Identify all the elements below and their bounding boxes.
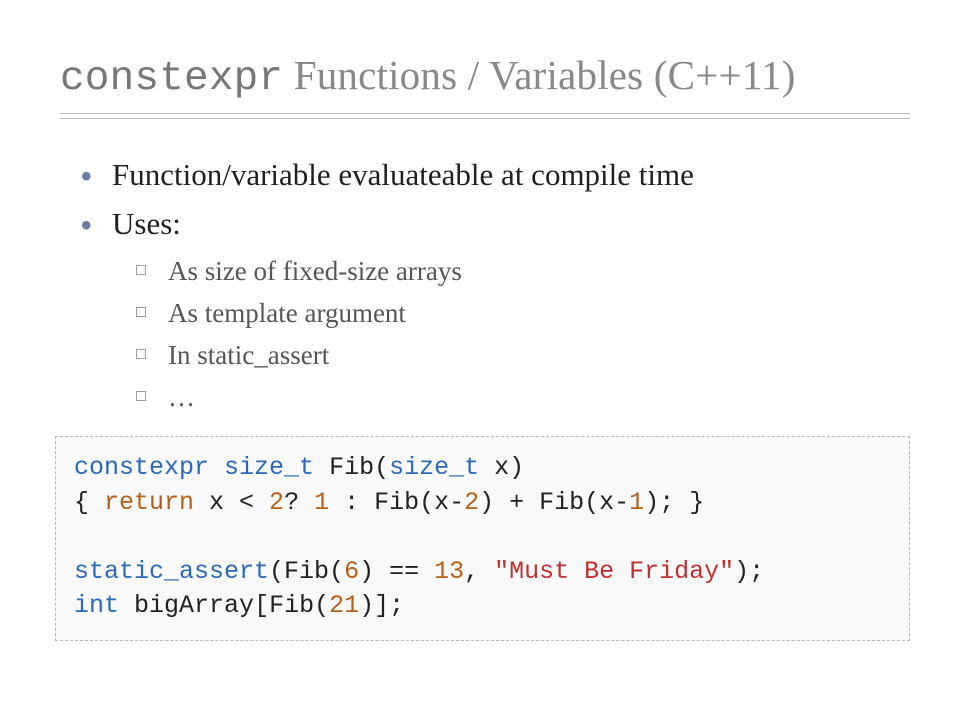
- bullet-list: Function/variable evaluateable at compil…: [78, 153, 900, 418]
- code-type: size_t: [389, 453, 479, 482]
- bullet-text: Uses:: [112, 206, 181, 241]
- sub-bullet-list: As size of fixed-size arrays As template…: [112, 251, 900, 418]
- code-type: size_t: [224, 453, 314, 482]
- sub-bullet-text: …: [168, 382, 195, 412]
- sub-bullet-text: As size of fixed-size arrays: [168, 256, 462, 286]
- sub-bullet-item: As size of fixed-size arrays: [136, 251, 900, 293]
- sub-bullet-item: …: [136, 377, 900, 419]
- bullet-item: Function/variable evaluateable at compil…: [78, 153, 900, 198]
- slide: constexpr Functions / Variables (C++11) …: [0, 0, 960, 720]
- code-kw: constexpr: [74, 453, 209, 482]
- code-block: constexpr size_t Fib(size_t x) { return …: [55, 436, 910, 641]
- code-fn-name: Fib: [329, 453, 374, 482]
- code-kw: static_assert: [74, 557, 269, 586]
- title-divider: [60, 113, 910, 119]
- bullet-text: Function/variable evaluateable at compil…: [112, 157, 694, 192]
- title-area: constexpr Functions / Variables (C++11): [0, 0, 960, 113]
- title-code-word: constexpr: [60, 56, 283, 102]
- sub-bullet-item: As template argument: [136, 293, 900, 335]
- sub-bullet-text: In static_assert: [168, 340, 329, 370]
- slide-title: constexpr Functions / Variables (C++11): [60, 52, 900, 103]
- title-rest: Functions / Variables (C++11): [283, 52, 795, 98]
- sub-bullet-item: In static_assert: [136, 335, 900, 377]
- sub-bullet-text: As template argument: [168, 298, 406, 328]
- code-return: return: [104, 488, 194, 517]
- code-type: int: [74, 591, 119, 620]
- bullet-item: Uses: As size of fixed-size arrays As te…: [78, 202, 900, 418]
- body-area: Function/variable evaluateable at compil…: [0, 113, 960, 418]
- code-string: "Must Be Friday": [494, 557, 734, 586]
